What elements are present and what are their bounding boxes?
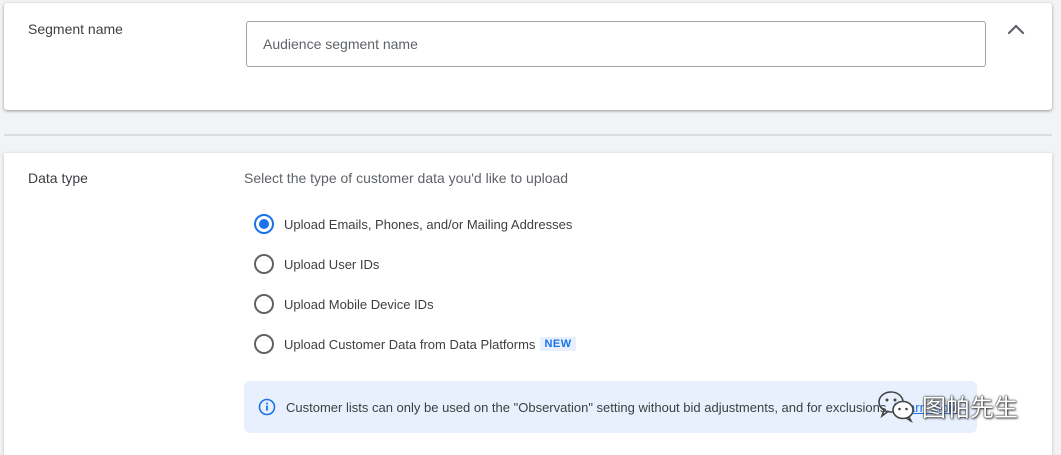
radio-button[interactable]: [254, 294, 274, 314]
radio-button[interactable]: [254, 334, 274, 354]
new-badge: NEW: [540, 337, 576, 351]
data-type-card: Data type Select the type of customer da…: [4, 153, 1052, 455]
segment-name-input[interactable]: [246, 21, 986, 67]
info-icon: [258, 398, 276, 416]
collapse-button[interactable]: [1002, 16, 1030, 44]
radio-button[interactable]: [254, 254, 274, 274]
radio-option-mobile-device-ids[interactable]: Upload Mobile Device IDs: [254, 293, 434, 315]
info-banner: Customer lists can only be used on the "…: [244, 381, 977, 433]
radio-option-label: Upload Mobile Device IDs: [284, 296, 434, 312]
radio-option-label: Upload User IDs: [284, 256, 380, 272]
radio-option-data-platforms[interactable]: Upload Customer Data from Data Platforms…: [254, 333, 576, 355]
section-divider: [4, 134, 1052, 136]
audience-segment-page: Segment name Data type Select the type o…: [0, 0, 1061, 455]
segment-name-label: Segment name: [28, 21, 123, 37]
radio-option-emails-phones-addresses[interactable]: Upload Emails, Phones, and/or Mailing Ad…: [254, 213, 572, 235]
learn-more-link[interactable]: Learn more: [894, 400, 960, 415]
radio-option-label: Upload Customer Data from Data Platforms: [284, 336, 536, 352]
chevron-up-icon: [1007, 24, 1025, 35]
info-text: Customer lists can only be used on the "…: [286, 400, 960, 415]
info-message: Customer lists can only be used on the "…: [286, 399, 894, 415]
segment-name-card: Segment name: [4, 3, 1052, 110]
data-type-description: Select the type of customer data you'd l…: [244, 170, 569, 186]
radio-button-selected[interactable]: [254, 214, 274, 234]
radio-option-user-ids[interactable]: Upload User IDs: [254, 253, 379, 275]
data-type-label: Data type: [28, 170, 88, 186]
radio-option-label: Upload Emails, Phones, and/or Mailing Ad…: [284, 216, 573, 232]
